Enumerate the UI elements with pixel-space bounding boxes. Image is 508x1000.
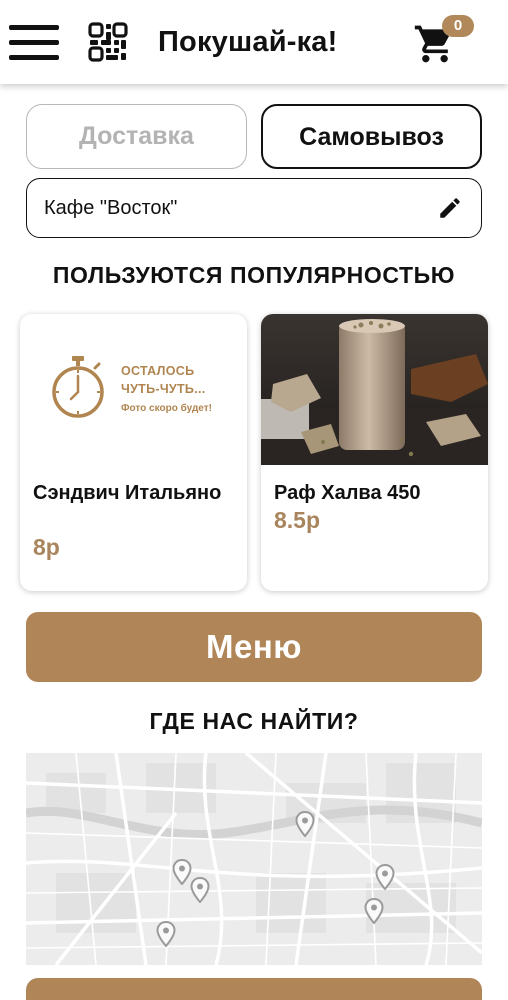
hamburger-icon[interactable] [9,25,59,61]
app-header: Покушай-ка! 0 [0,0,508,84]
pencil-icon[interactable] [437,195,463,221]
placeholder-line-1: ОСТАЛОСЬ [121,364,195,378]
cafe-select-field[interactable]: Кафе "Восток" [26,178,482,238]
product-price: 8р [33,534,60,560]
qr-code-icon[interactable] [88,22,128,62]
product-price: 8.5р [274,507,321,533]
product-photo [261,314,488,465]
map-pin-icon[interactable] [375,864,395,890]
map-background [26,753,482,965]
cart-count-badge: 0 [442,15,474,37]
delivery-button[interactable]: Доставка [26,104,247,169]
map-pin-icon[interactable] [172,859,192,885]
locations-map[interactable] [26,753,482,965]
photo-placeholder: ОСТАЛОСЬ ЧУТЬ-ЧУТЬ... Фото скоро будет! [20,314,247,465]
product-card[interactable]: ОСТАЛОСЬ ЧУТЬ-ЧУТЬ... Фото скоро будет! … [20,314,247,591]
map-pin-icon[interactable] [190,877,210,903]
map-pin-icon[interactable] [364,898,384,924]
app-title: Покушай-ка! [158,26,338,58]
bottom-action-button[interactable] [26,978,482,1000]
product-name: Сэндвич Итальяно [33,482,222,504]
pickup-button[interactable]: Самовывоз [261,104,482,169]
menu-button[interactable]: Меню [26,612,482,682]
find-us-title: ГДЕ НАС НАЙТИ? [149,708,359,734]
map-pin-icon[interactable] [156,921,176,947]
popular-section-title: ПОЛЬЗУЮТСЯ ПОПУЛЯРНОСТЬЮ [52,262,456,288]
placeholder-line-2: ЧУТЬ-ЧУТЬ... [121,382,206,396]
product-card[interactable]: Раф Халва 450 8.5р [261,314,488,591]
map-pin-icon[interactable] [295,811,315,837]
cafe-name: Кафе "Восток" [44,197,178,219]
stopwatch-icon [52,356,104,418]
product-name: Раф Халва 450 [274,482,421,504]
placeholder-line-3: Фото скоро будет! [121,403,212,414]
